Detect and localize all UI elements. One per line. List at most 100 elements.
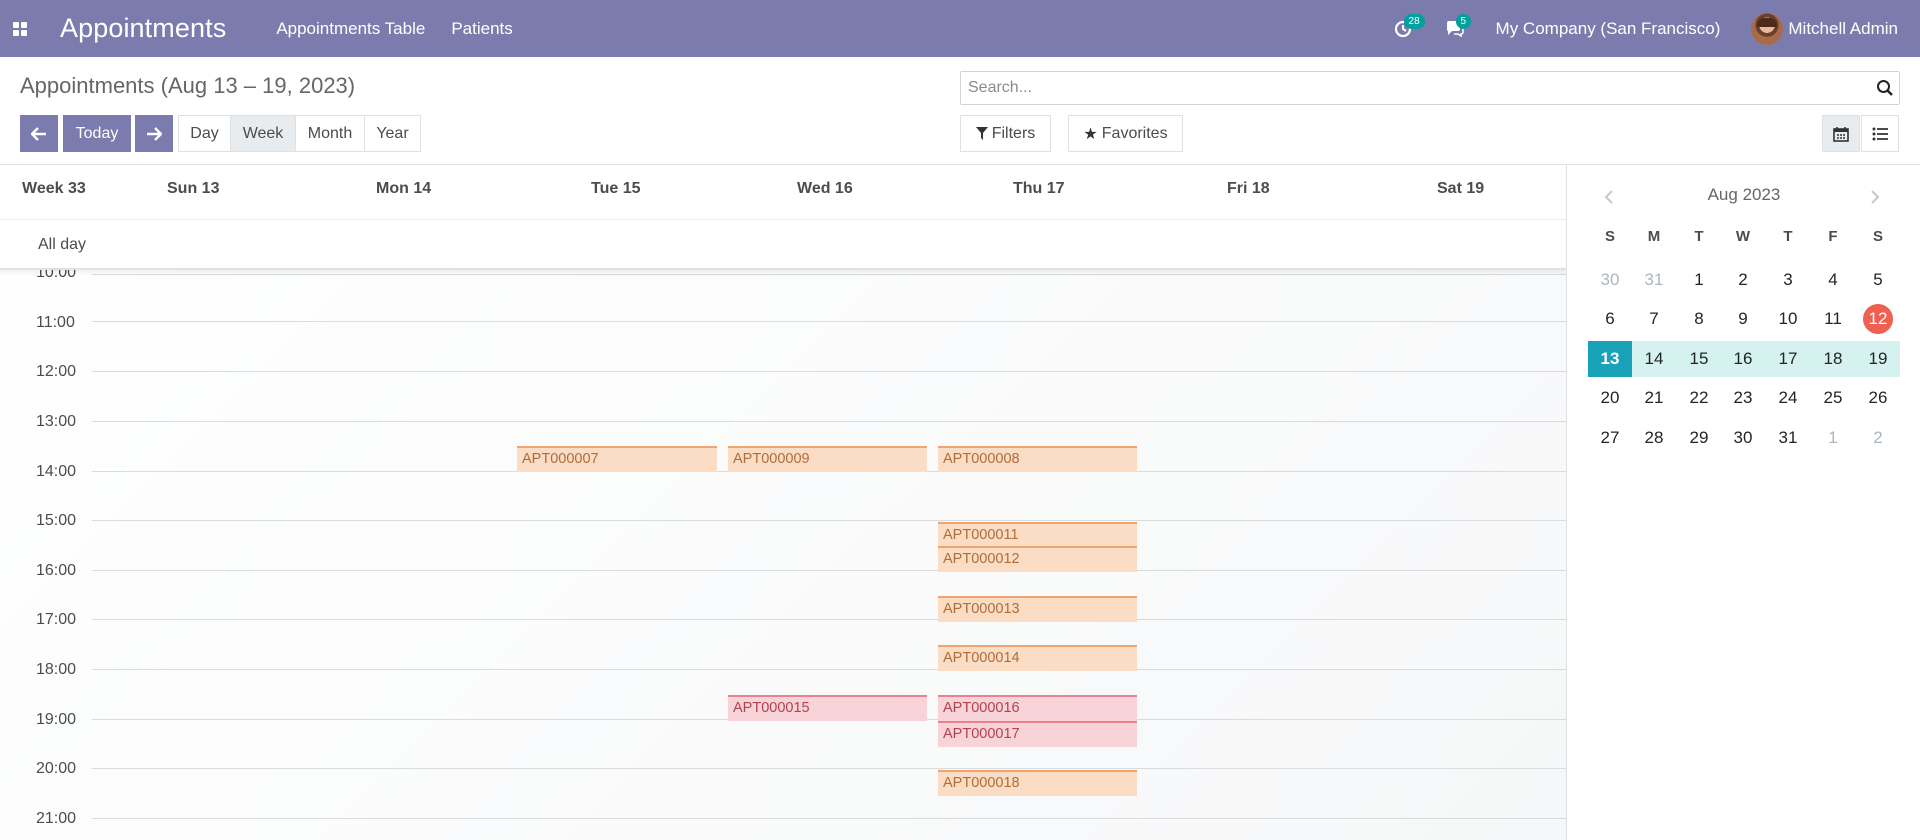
day-header-wed[interactable]: Wed 16 <box>797 180 853 198</box>
hour-line <box>92 274 1566 275</box>
hour-label: 11:00 <box>36 314 75 331</box>
mini-day[interactable]: 9 <box>1721 301 1765 337</box>
mini-day[interactable]: 10 <box>1766 301 1810 337</box>
mini-day[interactable]: 22 <box>1677 380 1721 416</box>
scale-year-button[interactable]: Year <box>364 115 421 152</box>
mini-day-today[interactable]: 12 <box>1856 301 1900 337</box>
favorites-button[interactable]: ★ Favorites <box>1068 115 1183 152</box>
menu-appointments-table[interactable]: Appointments Table <box>276 19 425 39</box>
day-header-sun[interactable]: Sun 13 <box>167 180 219 198</box>
mini-day[interactable]: 1 <box>1677 262 1721 298</box>
control-panel: Appointments (Aug 13 – 19, 2023) Today D… <box>0 57 1920 165</box>
messages-icon[interactable]: 5 <box>1444 13 1472 40</box>
mini-day[interactable]: 3 <box>1766 262 1810 298</box>
weekday-label: S <box>1872 228 1883 245</box>
activity-icon[interactable]: 28 <box>1392 13 1425 40</box>
mini-day[interactable]: 18 <box>1811 341 1855 377</box>
mini-next-month-icon[interactable] <box>1870 189 1880 205</box>
mini-day[interactable]: 31 <box>1766 420 1810 456</box>
mini-calendar-panel: Aug 2023 S M T W T F S 30 31 1 2 3 4 5 6… <box>1568 165 1920 840</box>
arrow-right-icon <box>147 126 162 141</box>
hour-label: 18:00 <box>36 661 77 678</box>
mini-day-selected[interactable]: 13 <box>1588 341 1632 377</box>
weekday-label: T <box>1694 228 1704 245</box>
filters-button[interactable]: Filters <box>960 115 1051 152</box>
week-number: Week 33 <box>22 180 86 197</box>
mini-day[interactable]: 14 <box>1632 341 1676 377</box>
mini-day[interactable]: 20 <box>1588 380 1632 416</box>
apps-menu-icon[interactable] <box>0 0 40 57</box>
today-button[interactable]: Today <box>63 115 131 152</box>
all-day-row[interactable]: All day <box>0 220 1566 270</box>
list-view-button[interactable] <box>1861 115 1899 152</box>
day-header-thu[interactable]: Thu 17 <box>1013 180 1065 198</box>
search-bar <box>960 71 1900 105</box>
mini-day[interactable]: 24 <box>1766 380 1810 416</box>
app-title[interactable]: Appointments <box>60 13 226 44</box>
scale-month-button[interactable]: Month <box>295 115 365 152</box>
mini-day[interactable]: 16 <box>1721 341 1765 377</box>
mini-day[interactable]: 26 <box>1856 380 1900 416</box>
hour-label: 12:00 <box>36 363 77 380</box>
menu-patients[interactable]: Patients <box>451 19 512 39</box>
mini-day[interactable]: 30 <box>1721 420 1765 456</box>
hour-line <box>92 619 1566 620</box>
event-apt000015[interactable]: APT000015 <box>728 695 927 721</box>
day-header-mon[interactable]: Mon 14 <box>376 180 431 198</box>
mini-day[interactable]: 17 <box>1766 341 1810 377</box>
arrow-left-icon <box>31 126 46 141</box>
mini-day[interactable]: 28 <box>1632 420 1676 456</box>
scale-week-button[interactable]: Week <box>230 115 296 152</box>
mini-day[interactable]: 21 <box>1632 380 1676 416</box>
mini-day[interactable]: 2 <box>1721 262 1765 298</box>
hour-label: 20:00 <box>36 760 77 777</box>
mini-day[interactable]: 31 <box>1632 262 1676 298</box>
mini-day[interactable]: 11 <box>1811 301 1855 337</box>
mini-day[interactable]: 27 <box>1588 420 1632 456</box>
mini-day[interactable]: 19 <box>1856 341 1900 377</box>
event-apt000011[interactable]: APT000011 <box>938 522 1137 548</box>
next-button[interactable] <box>135 115 173 152</box>
mini-day[interactable]: 4 <box>1811 262 1855 298</box>
mini-day[interactable]: 29 <box>1677 420 1721 456</box>
calendar-day-header: Week 33 Sun 13 Mon 14 Tue 15 Wed 16 Thu … <box>0 165 1566 220</box>
mini-day[interactable]: 5 <box>1856 262 1900 298</box>
mini-day[interactable]: 15 <box>1677 341 1721 377</box>
hour-line <box>92 421 1566 422</box>
mini-day[interactable]: 25 <box>1811 380 1855 416</box>
calendar-view-button[interactable] <box>1822 115 1860 152</box>
weekday-label: W <box>1735 228 1751 245</box>
mini-day[interactable]: 7 <box>1632 301 1676 337</box>
event-apt000017[interactable]: APT000017 <box>938 721 1137 747</box>
scale-day-button[interactable]: Day <box>178 115 231 152</box>
mini-day[interactable]: 2 <box>1856 420 1900 456</box>
event-apt000016[interactable]: APT000016 <box>938 695 1137 721</box>
mini-day[interactable]: 1 <box>1811 420 1855 456</box>
message-count-badge: 5 <box>1455 13 1472 29</box>
event-apt000008[interactable]: APT000008 <box>938 446 1137 472</box>
previous-button[interactable] <box>20 115 58 152</box>
search-input[interactable] <box>961 72 1899 104</box>
event-apt000012[interactable]: APT000012 <box>938 546 1137 572</box>
hour-line <box>92 371 1566 372</box>
mini-day[interactable]: 8 <box>1677 301 1721 337</box>
company-switcher[interactable]: My Company (San Francisco) <box>1496 19 1721 39</box>
hour-label: 15:00 <box>36 512 77 529</box>
list-icon <box>1872 127 1888 140</box>
day-header-tue[interactable]: Tue 15 <box>591 180 641 198</box>
search-icon[interactable] <box>1876 79 1894 97</box>
activity-count-badge: 28 <box>1403 13 1425 29</box>
event-apt000018[interactable]: APT000018 <box>938 770 1137 796</box>
event-apt000013[interactable]: APT000013 <box>938 596 1137 622</box>
event-apt000009[interactable]: APT000009 <box>728 446 927 472</box>
day-header-fri[interactable]: Fri 18 <box>1227 180 1270 198</box>
hour-line <box>92 818 1566 819</box>
event-apt000014[interactable]: APT000014 <box>938 645 1137 671</box>
mini-week-row: 27 28 29 30 31 1 2 <box>1588 420 1900 456</box>
mini-day[interactable]: 6 <box>1588 301 1632 337</box>
user-menu[interactable]: Mitchell Admin <box>1751 12 1898 45</box>
day-header-sat[interactable]: Sat 19 <box>1437 180 1484 198</box>
mini-day[interactable]: 30 <box>1588 262 1632 298</box>
mini-day[interactable]: 23 <box>1721 380 1765 416</box>
event-apt000007[interactable]: APT000007 <box>517 446 717 472</box>
